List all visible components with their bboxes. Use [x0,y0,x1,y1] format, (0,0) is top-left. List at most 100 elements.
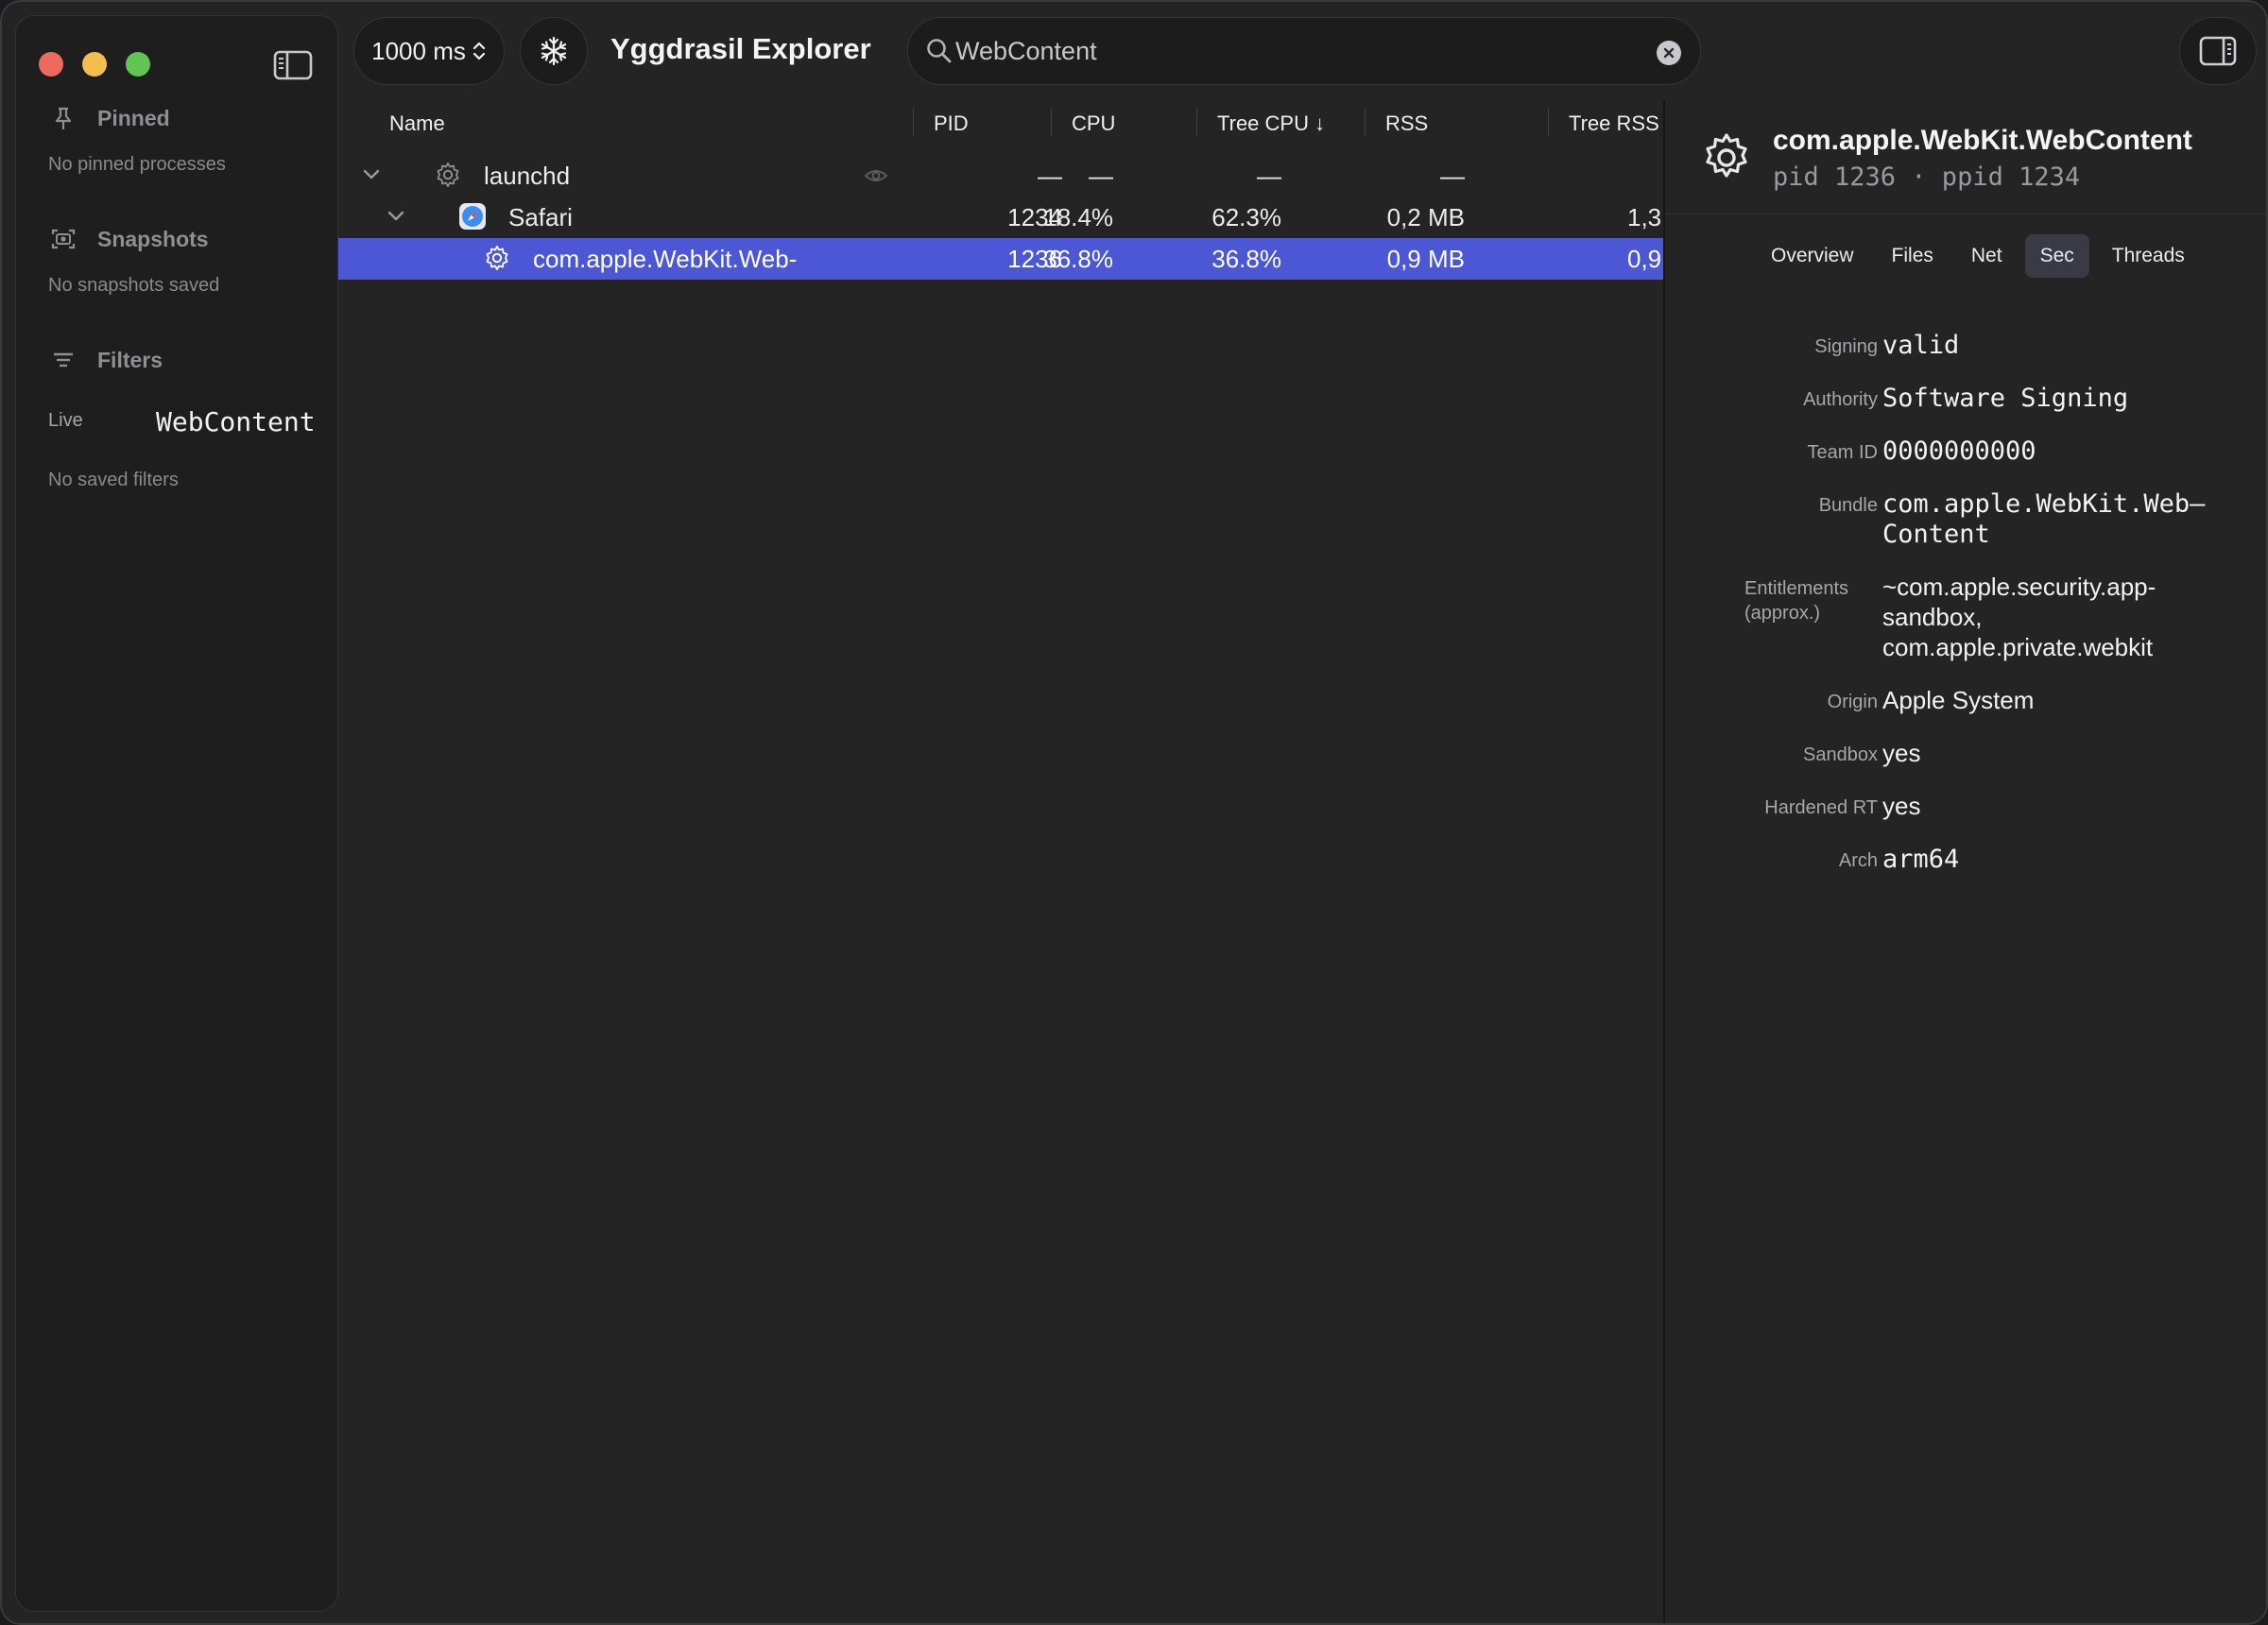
filters-section-title: Filters [50,347,163,373]
tree-rss-cell: 0,9 [1627,245,1662,273]
column-header-pid[interactable]: PID [934,111,969,136]
process-name: Safari [508,203,573,231]
tab-files[interactable]: Files [1877,234,1949,278]
safari-compass-icon [459,203,486,230]
column-divider[interactable] [1051,108,1052,136]
tab-net[interactable]: Net [1956,234,2018,278]
team-id-value: 0000000000 [1882,436,2036,466]
live-filter-value[interactable]: WebContent [156,406,316,437]
inspector-panel: com.apple.WebKit.WebContent pid 1236 · p… [1663,100,2266,1623]
snapshots-title: Snapshots [97,226,209,251]
rss-cell: 0,9 MB [1386,245,1465,273]
rss-cell: — [1440,162,1465,190]
column-header-tree-rss[interactable]: Tree RSS [1569,111,1659,136]
minimize-window-button[interactable] [82,52,107,77]
search-field[interactable] [907,17,1701,85]
filters-empty-text: No saved filters [48,470,179,490]
pinned-title: Pinned [97,105,170,130]
process-name: com.apple.WebKit.Web- [533,245,798,273]
pin-icon [55,107,72,129]
table-row[interactable]: Safari 1234 18.4% 62.3% 0,2 MB 1,3 [338,197,1663,238]
cpu-cell: 18.4% [1043,203,1113,231]
snapshots-empty-text: No snapshots saved [48,275,220,296]
live-filter-label: Live [48,410,83,431]
inspector-tabs: Overview Files Net Sec Threads [1756,234,2200,280]
column-divider[interactable] [1196,108,1197,136]
column-header-rss[interactable]: RSS [1385,111,1428,136]
authority-value: Software Signing [1882,384,2129,413]
filters-title: Filters [97,347,163,372]
cpu-cell: 36.8% [1043,245,1113,273]
search-input[interactable] [955,31,1617,71]
search-icon [927,39,952,63]
clear-x-icon [1663,47,1675,59]
entitlements-value-line1: ~com.apple.security.app- [1882,573,2156,601]
close-window-button[interactable] [39,52,63,77]
snowflake-icon [541,36,567,66]
column-divider[interactable] [913,108,914,136]
sandbox-value: yes [1882,739,1921,767]
tree-rss-cell: 1,3 [1627,203,1662,231]
authority-label: Authority [1803,389,1878,410]
freeze-button[interactable] [520,17,588,85]
app-title: Yggdrasil Explorer [610,32,871,65]
pinned-section-title: Pinned [50,105,170,131]
snapshots-section-title: Snapshots [50,226,209,252]
up-down-chevron-icon [472,42,485,60]
inspector-subtitle: pid 1236 · ppid 1234 [1773,162,2081,192]
column-divider[interactable] [1548,108,1549,136]
tree-cpu-cell: 62.3% [1211,203,1281,231]
chevron-down-icon[interactable] [359,162,384,187]
gear-icon [437,162,459,187]
tab-sec[interactable]: Sec [2024,234,2089,278]
entitlements-label-line2: (approx.) [1744,603,1821,624]
bundle-label: Bundle [1818,495,1878,516]
arch-value: arm64 [1882,845,1960,874]
maximize-window-button[interactable] [126,52,150,77]
arch-label: Arch [1838,850,1878,871]
sidebar: Pinned No pinned processes Snapshots No … [15,15,338,1612]
sandbox-label: Sandbox [1803,744,1878,765]
app-window: Pinned No pinned processes Snapshots No … [0,0,2268,1625]
process-name: launchd [484,162,571,190]
team-id-label: Team ID [1807,442,1878,463]
table-row[interactable]: launchd — — — — [338,155,1663,197]
table-header: Name PID CPU Tree CPU ↓ RSS Tree RSS [338,100,1663,145]
entitlements-label-line1: Entitlements [1744,578,1849,599]
signing-value: valid [1882,331,1960,360]
tab-threads[interactable]: Threads [2097,234,2200,278]
inspector-toggle-icon [2199,36,2237,66]
tree-cpu-cell: — [1257,162,1281,190]
tab-overview[interactable]: Overview [1756,234,1869,278]
sidebar-toggle-icon[interactable] [273,50,313,80]
origin-value: Apple System [1882,686,2035,714]
chevron-down-icon[interactable] [384,204,408,229]
clear-search-button[interactable] [1657,41,1681,65]
column-header-cpu[interactable]: CPU [1072,111,1115,136]
gear-icon [486,246,508,270]
gear-icon [1706,133,1747,178]
table-row-selected[interactable]: com.apple.WebKit.Web- 1236 36.8% 36.8% 0… [338,238,1663,280]
column-header-tree-cpu[interactable]: Tree CPU ↓ [1217,111,1325,136]
origin-label: Origin [1827,692,1878,712]
refresh-interval-value: 1000 ms [371,36,466,65]
filter-lines-icon [54,352,73,368]
entitlements-value-line2: sandbox, [1882,603,1983,631]
rss-cell: 0,2 MB [1386,203,1465,231]
eye-icon[interactable] [864,166,888,185]
hardened-runtime-label: Hardened RT [1764,797,1878,818]
inspector-title: com.apple.WebKit.WebContent [1773,125,2192,156]
bundle-value-line1: com.apple.WebKit.Web– [1882,489,2206,519]
column-divider[interactable] [1365,108,1366,136]
column-header-name[interactable]: Name [389,111,445,136]
entitlements-value-line3: com.apple.private.webkit [1882,633,2154,661]
bundle-value-line2: Content [1882,520,1990,549]
hardened-runtime-value: yes [1882,792,1921,820]
inspector-toggle-button[interactable] [2179,17,2257,85]
pinned-empty-text: No pinned processes [48,154,226,175]
refresh-interval-picker[interactable]: 1000 ms [353,17,505,85]
cpu-cell: — [1089,162,1113,190]
signing-label: Signing [1814,336,1878,357]
camera-viewfinder-icon [51,229,76,249]
process-table: Name PID CPU Tree CPU ↓ RSS Tree RSS lau… [338,100,1663,1623]
